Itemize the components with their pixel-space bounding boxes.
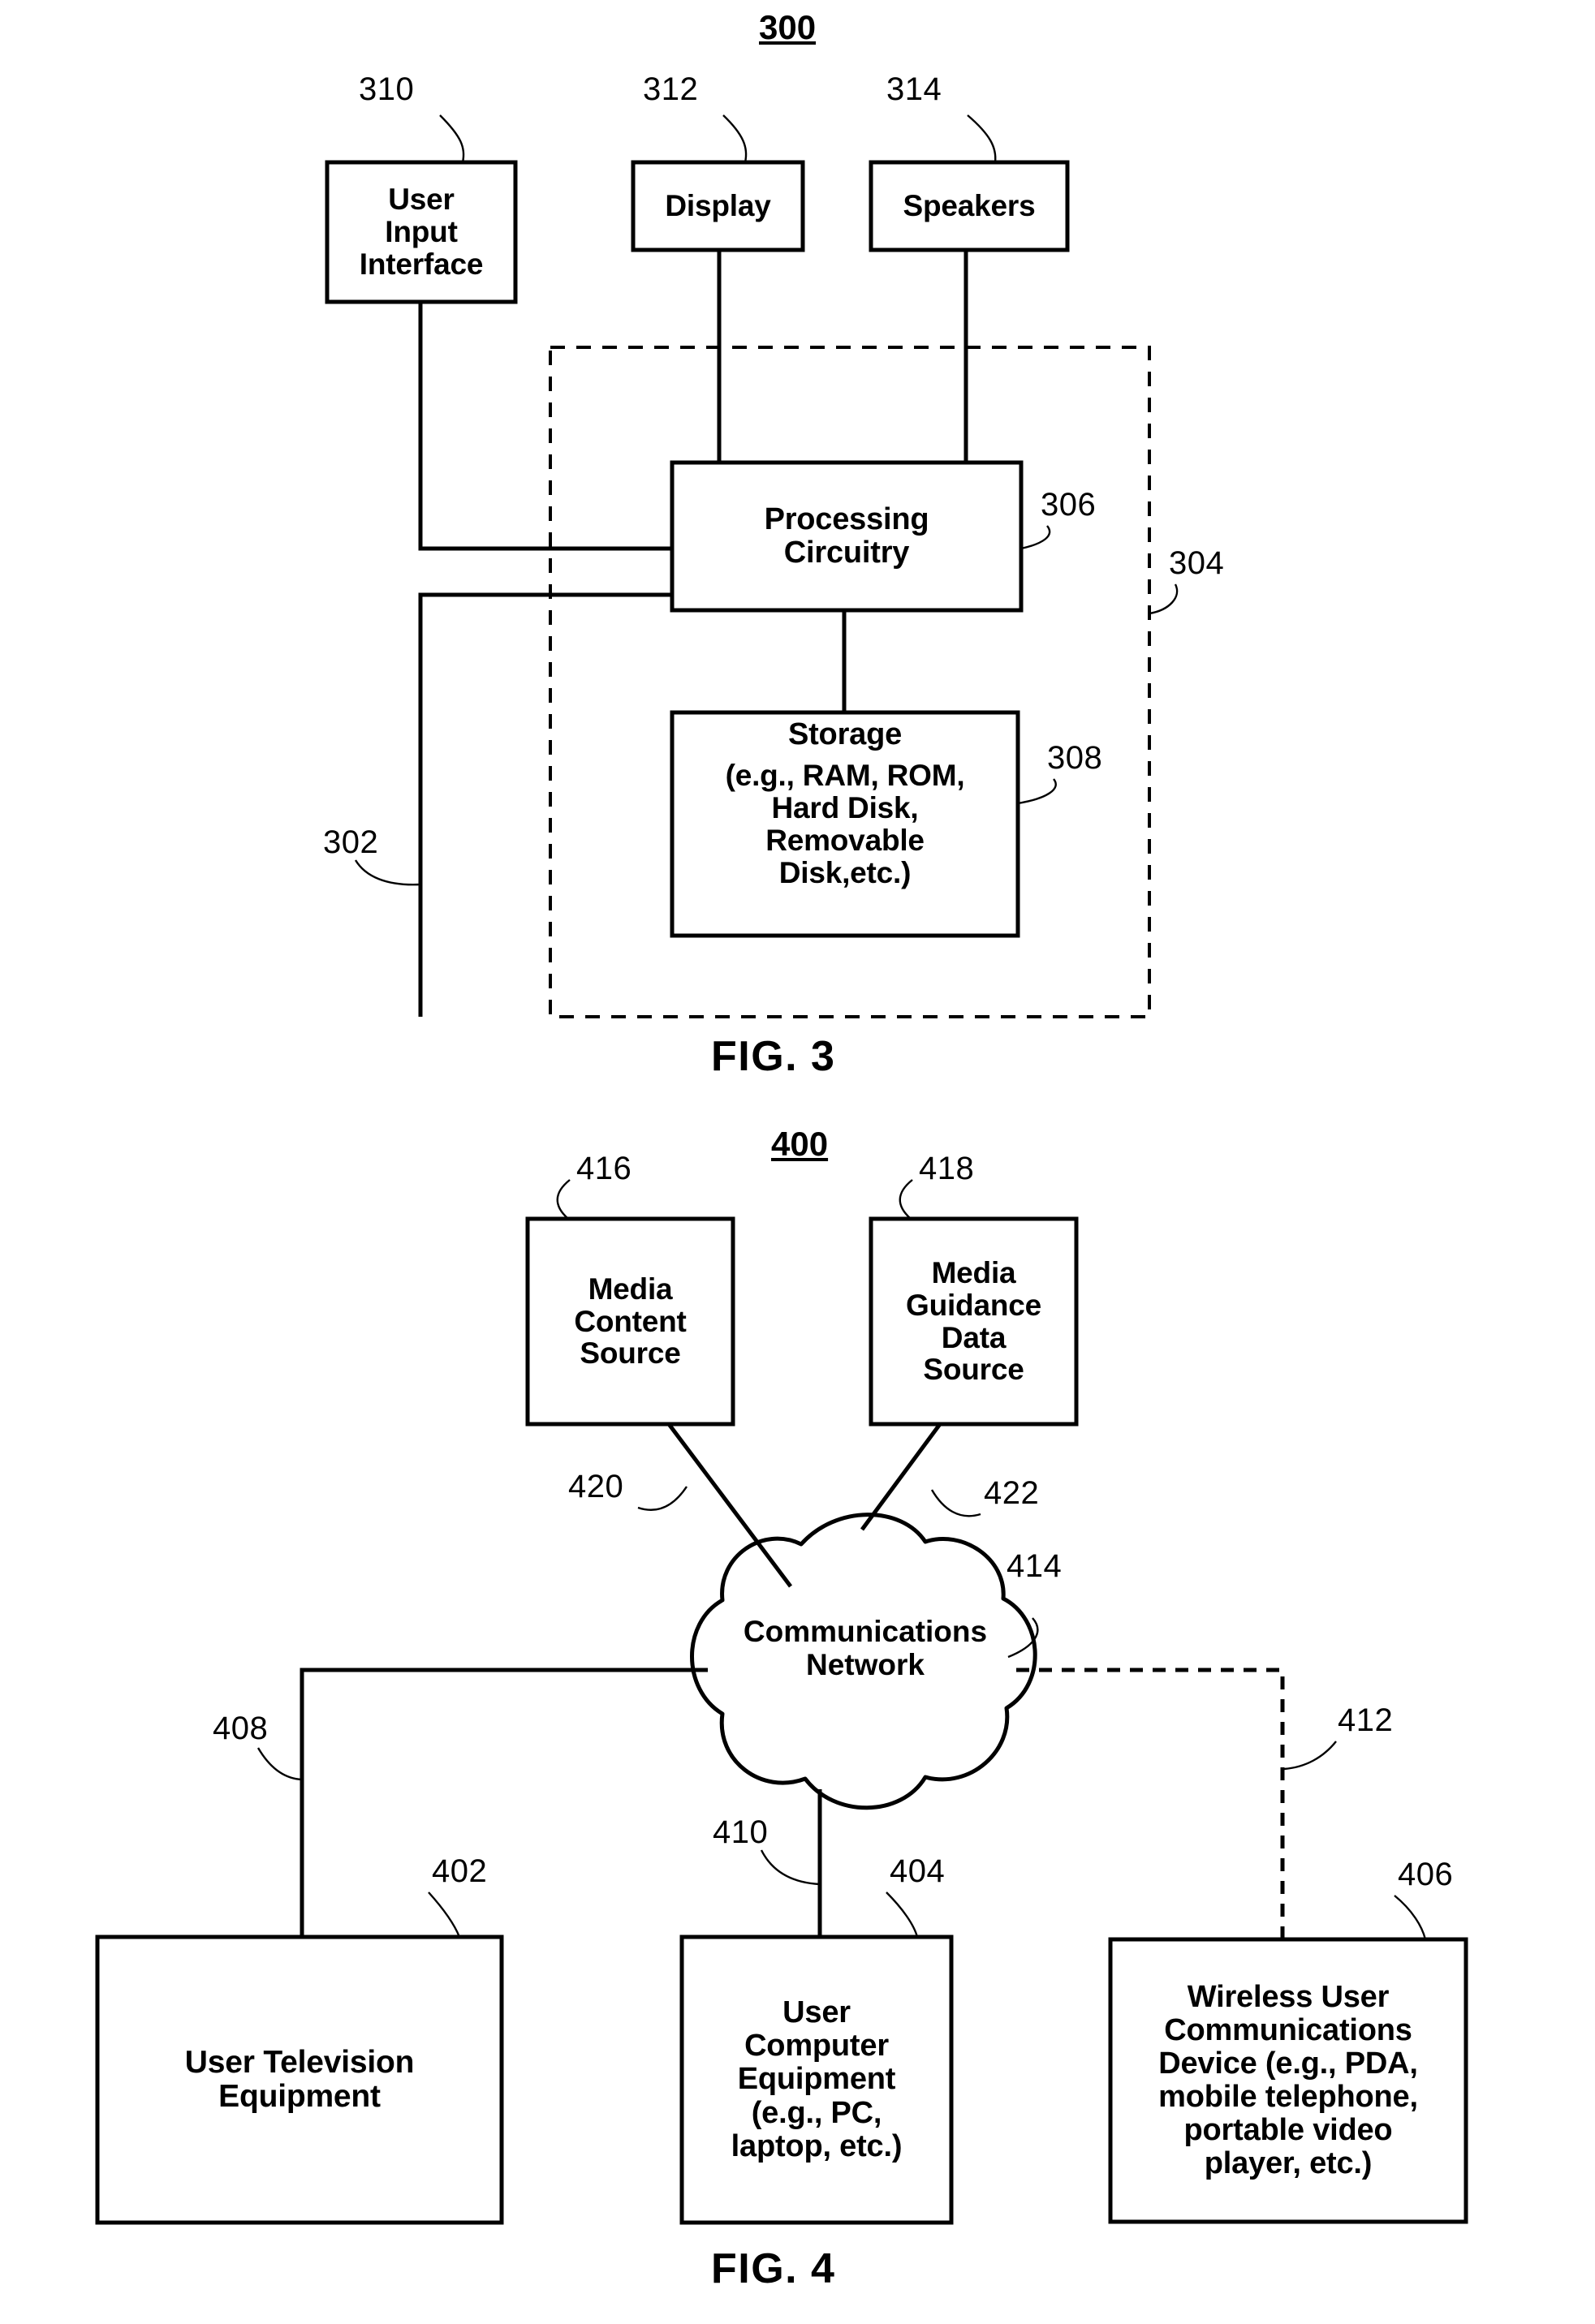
fig3-box-user-input-interface bbox=[325, 160, 518, 304]
fig4-ref-406: 406 bbox=[1398, 1857, 1454, 1892]
fig3-caption: FIG. 3 bbox=[711, 1033, 836, 1080]
fig4-leader-416 bbox=[556, 1179, 571, 1220]
fig3-ref-302: 302 bbox=[323, 824, 379, 860]
fig4-cloud-communications-network bbox=[690, 1513, 1037, 1810]
fig3-ref-312: 312 bbox=[643, 71, 699, 107]
fig4-box-media-guidance-data-source bbox=[869, 1216, 1079, 1427]
fig3-ref-310: 310 bbox=[359, 71, 415, 107]
fig4-ref-418: 418 bbox=[919, 1151, 975, 1186]
fig4-box-media-content-source bbox=[525, 1216, 735, 1427]
fig3-leader-314 bbox=[967, 114, 997, 163]
fig4-box-user-television-equipment bbox=[95, 1935, 504, 2225]
fig4-leader-402 bbox=[428, 1891, 461, 1938]
patent-drawing-sheet: 300 310 312 314 User Input Interface Dis… bbox=[0, 0, 1595, 2324]
fig4-caption: FIG. 4 bbox=[711, 2245, 836, 2292]
fig3-ref-306: 306 bbox=[1041, 487, 1097, 523]
fig3-box-display bbox=[631, 160, 805, 252]
fig4-ref-416: 416 bbox=[576, 1151, 632, 1186]
fig3-leader-308 bbox=[1017, 778, 1057, 805]
fig3-ref-304: 304 bbox=[1169, 545, 1225, 581]
fig3-leader-302 bbox=[354, 859, 421, 886]
fig3-leader-310 bbox=[439, 114, 465, 163]
fig4-leader-418 bbox=[899, 1179, 913, 1220]
fig3-box-speakers bbox=[869, 160, 1070, 252]
fig4-ref-414: 414 bbox=[1007, 1548, 1063, 1584]
fig3-box-storage bbox=[670, 710, 1020, 938]
fig4-ref-422: 422 bbox=[984, 1475, 1040, 1511]
fig4-ref-420: 420 bbox=[568, 1469, 624, 1504]
fig4-figure-number: 400 bbox=[771, 1125, 829, 1163]
fig4-ref-404: 404 bbox=[890, 1853, 946, 1889]
fig4-leader-404 bbox=[886, 1891, 919, 1938]
fig3-figure-number: 300 bbox=[759, 8, 817, 46]
fig4-box-wireless-user-communications-device bbox=[1108, 1937, 1468, 2224]
fig4-ref-408: 408 bbox=[213, 1711, 269, 1746]
fig4-leader-408 bbox=[256, 1747, 303, 1781]
fig3-ref-308: 308 bbox=[1047, 740, 1103, 776]
fig4-box-user-computer-equipment bbox=[679, 1935, 954, 2225]
fig3-leader-306 bbox=[1020, 525, 1051, 550]
fig4-connector-422 bbox=[860, 1422, 942, 1531]
fig4-leader-422 bbox=[930, 1489, 981, 1517]
fig4-connector-412 bbox=[1016, 1668, 1285, 1939]
fig3-leader-312 bbox=[722, 114, 748, 163]
fig4-ref-410: 410 bbox=[713, 1814, 769, 1850]
fig3-box-processing-circuitry bbox=[670, 460, 1024, 613]
fig3-leader-304 bbox=[1149, 583, 1179, 615]
fig4-leader-420 bbox=[637, 1486, 688, 1511]
fig3-ref-314: 314 bbox=[886, 71, 942, 107]
fig3-connector-302-bus bbox=[418, 592, 672, 1017]
fig4-leader-410 bbox=[760, 1849, 821, 1886]
fig4-ref-402: 402 bbox=[432, 1853, 488, 1889]
fig4-connector-408 bbox=[300, 1668, 708, 1937]
fig3-connector-user-input-to-processing bbox=[418, 302, 672, 551]
fig4-leader-406 bbox=[1394, 1895, 1427, 1940]
fig4-ref-412: 412 bbox=[1338, 1702, 1394, 1738]
fig4-leader-412 bbox=[1283, 1741, 1337, 1771]
